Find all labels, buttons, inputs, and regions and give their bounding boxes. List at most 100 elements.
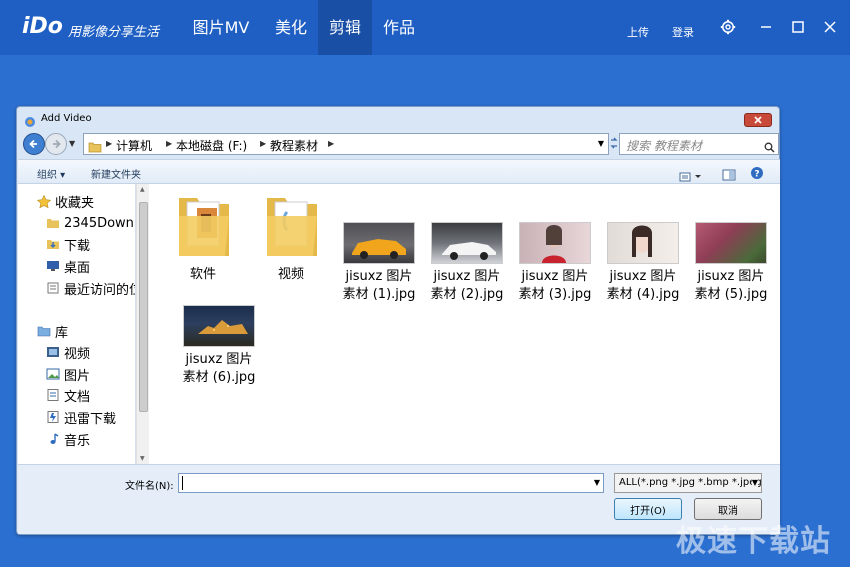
recent-places-icon [46, 282, 60, 294]
dialog-footer: 文件名(N): ▼ ALL(*.png *.jpg *.bmp *.jpeg ▼… [18, 464, 780, 534]
nav-item-downloads[interactable]: 下载 [46, 234, 90, 254]
star-icon [36, 194, 52, 209]
folder-icon [251, 190, 331, 262]
address-row: ▼ ▶ 计算机 ▶ 本地磁盘 (F:) ▶ 教程素材 ▶ ▼ 搜索 教程素材 [23, 131, 779, 159]
filename-dropdown-icon[interactable]: ▼ [594, 478, 600, 487]
breadcrumb-local-disk[interactable]: 本地磁盘 (F:) [176, 137, 247, 154]
image-item-3[interactable]: jisuxz 图片 素材 (3).jpg [515, 222, 595, 304]
nav-favorites-label: 收藏夹 [55, 195, 95, 211]
navigation-pane: 收藏夹 2345Downlo 下载 桌面 最近访问的位 库 视频 图片 [18, 184, 136, 464]
nav-item-music[interactable]: 音乐 [46, 429, 90, 449]
thumbnail-woman-portrait [607, 222, 679, 264]
history-dropdown-icon[interactable]: ▼ [69, 139, 75, 148]
login-button[interactable]: 登录 [672, 24, 694, 40]
folder-icon [46, 217, 60, 229]
nav-item-2345downloads[interactable]: 2345Downlo [46, 213, 135, 233]
nav-item-videos[interactable]: 视频 [46, 342, 90, 362]
file-list: 软件 视频 jisuxz 图片 素材 (1).jpg jisuxz 图片 素材 (2… [149, 184, 780, 464]
nav-item-documents[interactable]: 文档 [46, 385, 90, 405]
crumb-separator-icon: ▶ [166, 139, 173, 148]
dialog-close-button[interactable] [744, 113, 772, 127]
search-icon[interactable] [764, 138, 775, 157]
file-name-line1: jisuxz 图片 [697, 269, 765, 284]
thumbnail-yellow-car [343, 222, 415, 264]
filter-dropdown-icon: ▼ [751, 478, 758, 487]
file-name-line1: jisuxz 图片 [345, 269, 413, 284]
nav-item-label: 音乐 [64, 433, 91, 449]
nav-item-label: 下载 [64, 238, 91, 254]
nav-item-label: 图片 [64, 368, 91, 384]
breadcrumb-tutorial[interactable]: 教程素材 [270, 137, 318, 154]
close-icon[interactable] [818, 14, 842, 40]
nav-item-label: 视频 [64, 346, 91, 362]
filename-input[interactable]: ▼ [178, 473, 604, 493]
nav-item-label: 迅雷下载 [64, 411, 117, 427]
tab-picture-mv[interactable]: 图片MV [181, 0, 261, 55]
desktop-icon [46, 260, 60, 272]
nav-item-label: 最近访问的位 [64, 282, 136, 298]
thumbnail-night-castle [183, 305, 255, 347]
folder-item-software[interactable]: 软件 [163, 190, 243, 284]
nav-item-recent[interactable]: 最近访问的位 [46, 278, 136, 298]
file-name-line1: jisuxz 图片 [433, 269, 501, 284]
new-folder-button[interactable]: 新建文件夹 [91, 166, 141, 181]
app-header: iDo 用影像分享生活 图片MV 美化 剪辑 作品 上传 登录 [0, 0, 850, 55]
minimize-icon[interactable] [754, 14, 778, 40]
filename-label: 文件名(N): [125, 481, 174, 492]
image-item-4[interactable]: jisuxz 图片 素材 (4).jpg [603, 222, 683, 304]
pictures-library-icon [46, 368, 60, 380]
dialog-app-icon [24, 113, 36, 132]
nav-scrollbar[interactable]: ▲ ▼ [136, 184, 149, 464]
image-item-5[interactable]: jisuxz 图片 素材 (5).jpg [691, 222, 771, 304]
app-slogan: 用影像分享生活 [68, 25, 160, 40]
folder-item-video[interactable]: 视频 [251, 190, 331, 284]
help-icon[interactable]: ? [750, 165, 764, 184]
app-logo: iDo [22, 14, 63, 39]
thumbnail-woman-red [519, 222, 591, 264]
scroll-down-icon[interactable]: ▼ [140, 455, 145, 462]
image-item-6[interactable]: jisuxz 图片 素材 (6).jpg [179, 305, 259, 387]
nav-item-label: 2345Downlo [64, 215, 135, 231]
upload-button[interactable]: 上传 [627, 24, 649, 40]
music-note-icon [46, 433, 60, 445]
forward-arrow-icon[interactable] [45, 133, 67, 155]
open-button[interactable]: 打开(O) [614, 498, 682, 520]
command-toolbar: 组织 ▾ 新建文件夹 ? [18, 159, 780, 184]
download-folder-icon [46, 238, 60, 250]
organize-button[interactable]: 组织 ▾ [37, 166, 65, 181]
scroll-up-icon[interactable]: ▲ [140, 186, 145, 193]
nav-item-thunder-downloads[interactable]: 迅雷下载 [46, 407, 116, 427]
file-name-line2: 素材 (2).jpg [430, 287, 504, 302]
crumb-separator-icon: ▶ [260, 139, 267, 148]
thumbnail-white-car [431, 222, 503, 264]
file-name-line2: 素材 (6).jpg [182, 370, 256, 385]
folder-icon [163, 190, 243, 262]
nav-libraries[interactable]: 库 [37, 321, 68, 341]
search-input[interactable]: 搜索 教程素材 [619, 133, 779, 155]
nav-scroll-thumb[interactable] [139, 202, 148, 412]
file-type-filter-value: ALL(*.png *.jpg *.bmp *.jpeg [619, 477, 762, 488]
address-bar[interactable]: ▶ 计算机 ▶ 本地磁盘 (F:) ▶ 教程素材 ▶ ▼ [83, 133, 609, 155]
file-type-filter[interactable]: ALL(*.png *.jpg *.bmp *.jpeg ▼ [614, 473, 762, 493]
tab-works[interactable]: 作品 [372, 0, 426, 55]
thumbnail-flower-field [695, 222, 767, 264]
image-item-2[interactable]: jisuxz 图片 素材 (2).jpg [427, 222, 507, 304]
maximize-icon[interactable] [786, 14, 810, 40]
address-dropdown-icon[interactable]: ▼ [598, 139, 604, 148]
preview-pane-icon[interactable] [722, 166, 736, 185]
nav-favorites[interactable]: 收藏夹 [36, 191, 95, 211]
file-name-line2: 素材 (3).jpg [518, 287, 592, 302]
file-name: 视频 [277, 267, 304, 282]
nav-item-pictures[interactable]: 图片 [46, 364, 90, 384]
image-item-1[interactable]: jisuxz 图片 素材 (1).jpg [339, 222, 419, 304]
tab-beautify[interactable]: 美化 [264, 0, 318, 55]
refresh-icon[interactable] [609, 135, 619, 155]
watermark: 极速下载站 [676, 524, 831, 559]
breadcrumb-computer[interactable]: 计算机 [116, 137, 152, 154]
tab-edit[interactable]: 剪辑 [318, 0, 372, 55]
back-arrow-icon[interactable] [23, 133, 45, 155]
settings-gear-icon[interactable] [716, 14, 740, 40]
nav-item-desktop[interactable]: 桌面 [46, 256, 90, 276]
file-name-line1: jisuxz 图片 [521, 269, 589, 284]
file-name-line1: jisuxz 图片 [609, 269, 677, 284]
